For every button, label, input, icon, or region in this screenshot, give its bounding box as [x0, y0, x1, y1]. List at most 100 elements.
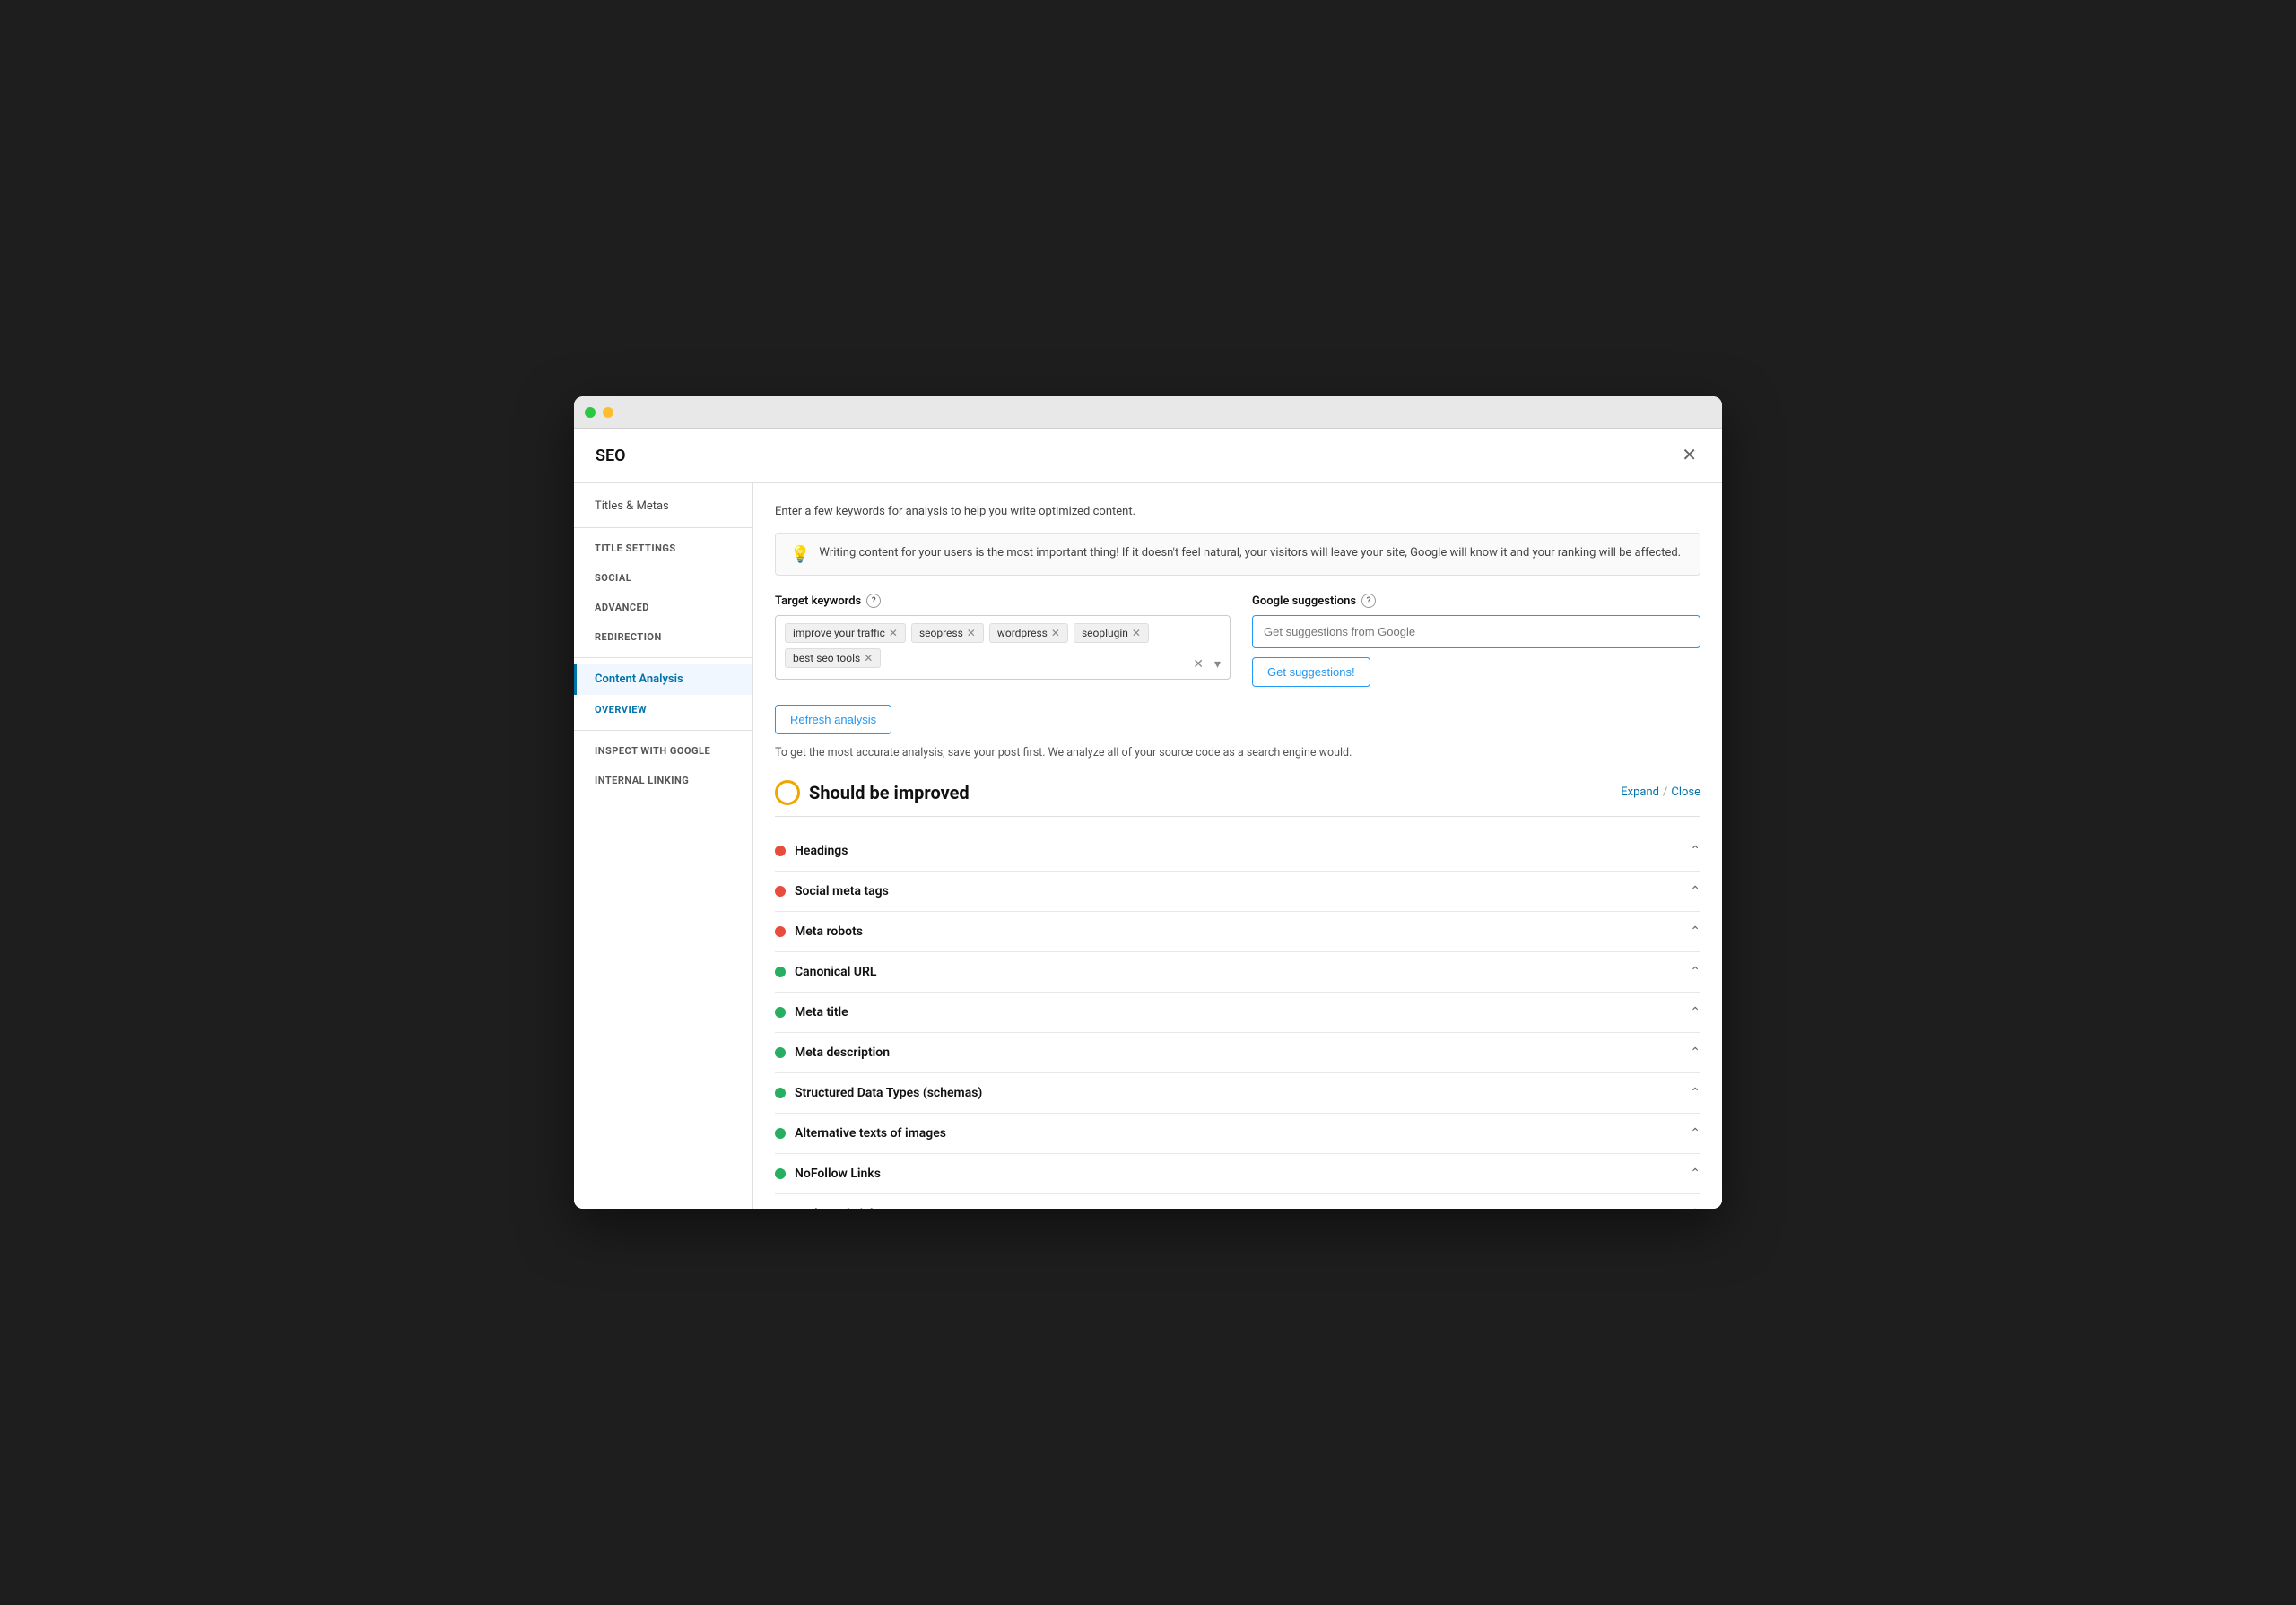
analysis-items-list: Headings ⌃ Social meta tags ⌃: [775, 831, 1700, 1209]
expand-divider: /: [1663, 785, 1667, 799]
chevron-outbound: ⌃: [1690, 1207, 1700, 1209]
analysis-item-outbound[interactable]: Outbound Links ⌃: [775, 1194, 1700, 1209]
close-button[interactable]: ✕: [1678, 443, 1700, 468]
status-dot-meta-desc: [775, 1047, 786, 1058]
status-dot-headings: [775, 846, 786, 856]
label-alt-texts: Alternative texts of images: [795, 1126, 946, 1141]
input-controls: ✕ ▾: [1189, 655, 1224, 673]
chevron-alt-texts: ⌃: [1690, 1126, 1700, 1141]
modal-wrapper: SEO ✕ Titles & Metas TITLE SETTINGS SOCI…: [574, 429, 1722, 1209]
status-dot-canonical: [775, 967, 786, 977]
expand-link[interactable]: Expand: [1621, 785, 1659, 799]
keywords-left: Target keywords ? improve your traffic ✕…: [775, 594, 1231, 680]
analysis-section: Should be improved Expand / Close: [775, 780, 1700, 1209]
sidebar-item-content-analysis[interactable]: Content Analysis: [574, 664, 752, 695]
sidebar-item-title-settings: TITLE SETTINGS: [574, 534, 752, 563]
analysis-title-left: Should be improved: [775, 780, 970, 805]
analysis-item-social-meta[interactable]: Social meta tags ⌃: [775, 872, 1700, 912]
sidebar-divider-3: [574, 730, 752, 731]
keyword-tag-1[interactable]: improve your traffic ✕: [785, 623, 906, 643]
sidebar-item-social: SOCIAL: [574, 563, 752, 593]
analysis-item-meta-desc[interactable]: Meta description ⌃: [775, 1033, 1700, 1073]
chevron-meta-desc: ⌃: [1690, 1045, 1700, 1060]
chevron-meta-title: ⌃: [1690, 1005, 1700, 1019]
analysis-header: Should be improved Expand / Close: [775, 780, 1700, 817]
keyword-remove-3[interactable]: ✕: [1051, 628, 1060, 638]
analysis-item-meta-robots[interactable]: Meta robots ⌃: [775, 912, 1700, 952]
target-keywords-help-icon[interactable]: ?: [866, 594, 881, 608]
chevron-canonical: ⌃: [1690, 965, 1700, 979]
info-box: 💡 Writing content for your users is the …: [775, 533, 1700, 576]
keyword-tag-4[interactable]: seoplugin ✕: [1074, 623, 1149, 643]
label-canonical: Canonical URL: [795, 965, 876, 979]
lightbulb-icon: 💡: [790, 545, 810, 564]
status-dot-alt-texts: [775, 1128, 786, 1139]
chevron-headings: ⌃: [1690, 844, 1700, 858]
title-bar: [574, 396, 1722, 429]
keyword-remove-5[interactable]: ✕: [864, 653, 873, 664]
label-structured-data: Structured Data Types (schemas): [795, 1086, 982, 1100]
traffic-light-yellow[interactable]: [603, 407, 613, 418]
label-meta-title: Meta title: [795, 1005, 848, 1019]
keywords-input-box[interactable]: improve your traffic ✕ seopress ✕ wordpr…: [775, 615, 1231, 680]
google-suggestions-input[interactable]: [1252, 615, 1700, 648]
intro-text: Enter a few keywords for analysis to hel…: [775, 505, 1700, 518]
keyword-tag-3[interactable]: wordpress ✕: [989, 623, 1068, 643]
sidebar-item-overview[interactable]: OVERVIEW: [574, 695, 752, 724]
chevron-meta-robots: ⌃: [1690, 924, 1700, 939]
expand-keywords-button[interactable]: ▾: [1211, 655, 1224, 673]
sidebar-item-redirection: REDIRECTION: [574, 622, 752, 652]
label-headings: Headings: [795, 844, 848, 858]
label-nofollow: NoFollow Links: [795, 1167, 881, 1181]
chevron-social-meta: ⌃: [1690, 884, 1700, 898]
analysis-title: Should be improved: [809, 782, 970, 803]
sidebar-item-titles-metas[interactable]: Titles & Metas: [574, 490, 752, 522]
sidebar-item-advanced: ADVANCED: [574, 593, 752, 622]
keyword-remove-1[interactable]: ✕: [889, 628, 898, 638]
expand-close-links: Expand / Close: [1621, 785, 1700, 799]
analysis-item-meta-title[interactable]: Meta title ⌃: [775, 993, 1700, 1033]
sidebar-item-inspect-google: INSPECT WITH GOOGLE: [574, 736, 752, 766]
sidebar-divider-2: [574, 657, 752, 658]
modal-header: SEO ✕: [574, 429, 1722, 483]
info-message: Writing content for your users is the mo…: [819, 544, 1681, 562]
main-content: Enter a few keywords for analysis to hel…: [753, 483, 1722, 1209]
chevron-structured-data: ⌃: [1690, 1086, 1700, 1100]
google-suggestions-help-icon[interactable]: ?: [1361, 594, 1376, 608]
label-meta-desc: Meta description: [795, 1045, 890, 1060]
close-link[interactable]: Close: [1671, 785, 1700, 799]
keyword-tag-5[interactable]: best seo tools ✕: [785, 648, 881, 668]
label-meta-robots: Meta robots: [795, 924, 863, 939]
google-suggestions-label: Google suggestions ?: [1252, 594, 1700, 608]
modal-body: Titles & Metas TITLE SETTINGS SOCIAL ADV…: [574, 483, 1722, 1209]
analysis-item-headings[interactable]: Headings ⌃: [775, 831, 1700, 872]
label-outbound: Outbound Links: [795, 1207, 883, 1209]
keywords-right: Google suggestions ? Get suggestions!: [1252, 594, 1700, 687]
refresh-analysis-button[interactable]: Refresh analysis: [775, 705, 891, 734]
sidebar-item-internal-linking: INTERNAL LINKING: [574, 766, 752, 795]
modal-title: SEO: [596, 447, 626, 465]
label-social-meta: Social meta tags: [795, 884, 889, 898]
keyword-remove-2[interactable]: ✕: [967, 628, 976, 638]
sidebar: Titles & Metas TITLE SETTINGS SOCIAL ADV…: [574, 483, 753, 1209]
save-notice: To get the most accurate analysis, save …: [775, 745, 1700, 762]
keywords-section: Target keywords ? improve your traffic ✕…: [775, 594, 1700, 687]
status-circle-outer: [775, 780, 800, 805]
clear-keywords-button[interactable]: ✕: [1189, 655, 1207, 673]
get-suggestions-button[interactable]: Get suggestions!: [1252, 657, 1370, 687]
keyword-tag-2[interactable]: seopress ✕: [911, 623, 984, 643]
status-dot-meta-robots: [775, 926, 786, 937]
seo-window: SEO ✕ Titles & Metas TITLE SETTINGS SOCI…: [574, 396, 1722, 1209]
keyword-remove-4[interactable]: ✕: [1132, 628, 1141, 638]
traffic-light-green[interactable]: [585, 407, 596, 418]
analysis-item-alt-texts[interactable]: Alternative texts of images ⌃: [775, 1114, 1700, 1154]
sidebar-divider-1: [574, 527, 752, 528]
status-dot-social-meta: [775, 886, 786, 897]
status-dot-nofollow: [775, 1168, 786, 1179]
status-dot-structured-data: [775, 1088, 786, 1098]
analysis-item-structured-data[interactable]: Structured Data Types (schemas) ⌃: [775, 1073, 1700, 1114]
status-dot-meta-title: [775, 1007, 786, 1018]
chevron-nofollow: ⌃: [1690, 1167, 1700, 1181]
analysis-item-nofollow[interactable]: NoFollow Links ⌃: [775, 1154, 1700, 1194]
analysis-item-canonical[interactable]: Canonical URL ⌃: [775, 952, 1700, 993]
